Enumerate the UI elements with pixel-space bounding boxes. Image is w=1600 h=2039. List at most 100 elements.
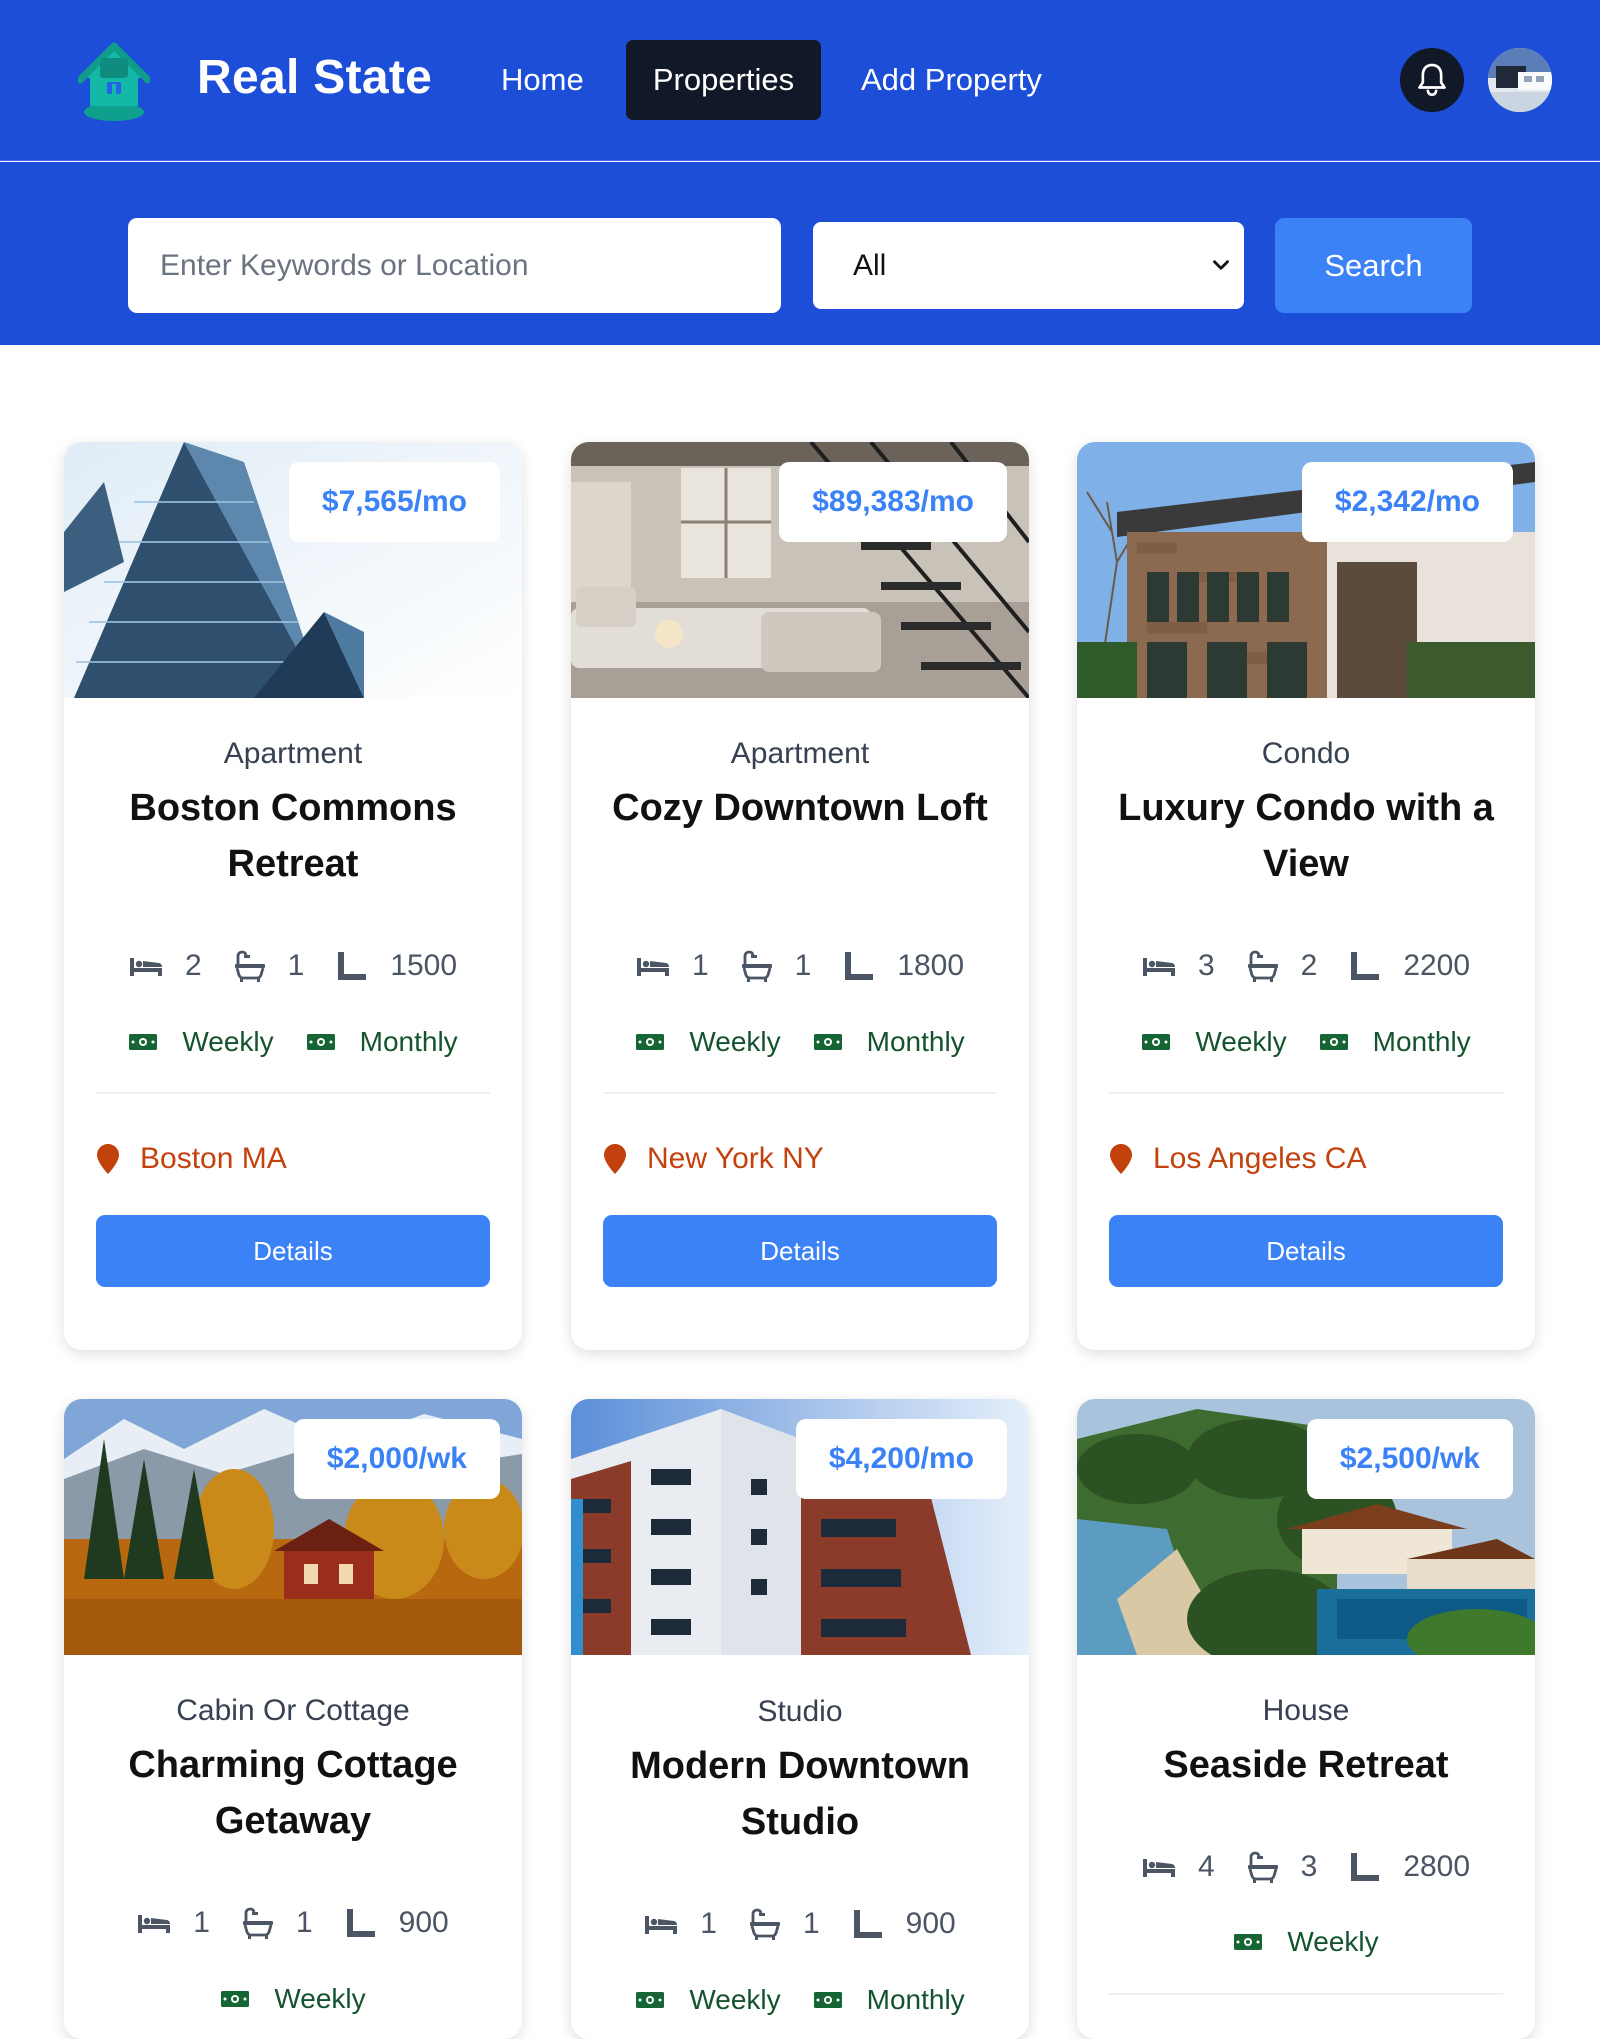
property-card[interactable]: $2,000/wk Cabin Or Cottage Charming Cott… bbox=[64, 1399, 522, 2039]
area-sqft: 2200 bbox=[1403, 949, 1471, 982]
property-type-label: Condo bbox=[1261, 737, 1351, 770]
property-card[interactable]: $7,565/mo Apartment Boston Commons Retre… bbox=[64, 442, 522, 1350]
money-icon bbox=[128, 1033, 158, 1051]
property-photo[interactable]: $2,000/wk bbox=[64, 1399, 522, 1655]
area-sqft: 900 bbox=[398, 1906, 449, 1939]
rate-option: Weekly bbox=[1233, 1926, 1379, 1958]
keyword-location-search-input[interactable] bbox=[128, 218, 781, 313]
notifications-button[interactable] bbox=[1400, 48, 1464, 112]
bath-icon bbox=[741, 950, 773, 982]
bed-icon bbox=[129, 955, 163, 977]
rate-label: Weekly bbox=[1195, 1026, 1287, 1057]
bed-icon bbox=[1142, 1856, 1176, 1878]
property-specs: 1 1 1800 bbox=[571, 944, 1029, 988]
property-specs: 2 1 1500 bbox=[64, 944, 522, 988]
price-badge: $89,383/mo bbox=[779, 462, 1007, 542]
property-type-label: Cabin Or Cottage bbox=[176, 1694, 410, 1727]
price-badge: $2,342/mo bbox=[1301, 462, 1513, 542]
ruler-icon bbox=[1349, 950, 1381, 982]
house-logo-icon[interactable] bbox=[76, 38, 152, 122]
baths-spec: 1 bbox=[242, 1906, 313, 1940]
details-button[interactable]: Details bbox=[603, 1215, 997, 1287]
rate-option: Weekly bbox=[635, 1026, 781, 1058]
property-type-label: Apartment bbox=[223, 737, 363, 770]
search-band: All Search bbox=[0, 162, 1600, 345]
bell-icon bbox=[1418, 63, 1446, 97]
top-navbar: Real State Home Properties Add Property bbox=[0, 0, 1600, 161]
property-name: Cozy Downtown Loft bbox=[612, 787, 988, 829]
ruler-icon bbox=[336, 950, 368, 982]
baths-count: 1 bbox=[802, 1907, 820, 1940]
beds-count: 1 bbox=[700, 1907, 717, 1940]
property-location: Boston MA bbox=[96, 1139, 287, 1179]
property-specs: 1 1 900 bbox=[64, 1901, 522, 1945]
rate-option: Monthly bbox=[1319, 1026, 1471, 1058]
rate-options: Weekly Monthly bbox=[571, 1020, 1029, 1064]
nav-home-link[interactable]: Home bbox=[476, 40, 609, 120]
rate-label: Monthly bbox=[1372, 1026, 1471, 1057]
search-button[interactable]: Search bbox=[1275, 218, 1472, 313]
rate-options: Weekly bbox=[1077, 1920, 1535, 1964]
rate-option: Weekly bbox=[635, 1984, 781, 2016]
property-specs: 1 1 900 bbox=[571, 1902, 1029, 1946]
area-spec: 2200 bbox=[1349, 949, 1470, 983]
nav-properties-link[interactable]: Properties bbox=[626, 40, 821, 120]
nav-add-property-link[interactable]: Add Property bbox=[836, 40, 1067, 120]
rate-label: Weekly bbox=[689, 1984, 781, 2015]
details-button[interactable]: Details bbox=[1109, 1215, 1503, 1287]
ruler-icon bbox=[843, 950, 875, 982]
baths-count: 2 bbox=[1300, 949, 1318, 982]
property-photo[interactable]: $2,342/mo bbox=[1077, 442, 1535, 698]
price-badge: $2,000/wk bbox=[293, 1419, 500, 1499]
brand-title[interactable]: Real State bbox=[197, 50, 432, 105]
bath-icon bbox=[1247, 950, 1279, 982]
money-icon bbox=[635, 1991, 665, 2009]
property-photo[interactable]: $7,565/mo bbox=[64, 442, 522, 698]
property-photo[interactable]: $2,500/wk bbox=[1077, 1399, 1535, 1655]
location-text: Boston MA bbox=[140, 1142, 287, 1175]
property-card[interactable]: $2,500/wk House Seaside Retreat 4 3 2800… bbox=[1077, 1399, 1535, 2039]
rate-option: Weekly bbox=[220, 1983, 366, 2015]
property-specs: 4 3 2800 bbox=[1077, 1845, 1535, 1889]
money-icon bbox=[1141, 1033, 1171, 1051]
money-icon bbox=[220, 1990, 250, 2008]
baths-count: 1 bbox=[794, 949, 812, 982]
rate-options: Weekly Monthly bbox=[1077, 1020, 1535, 1064]
card-divider bbox=[96, 1092, 490, 1094]
beds-spec: 4 bbox=[1142, 1850, 1215, 1884]
rate-option: Monthly bbox=[306, 1026, 458, 1058]
baths-spec: 1 bbox=[234, 949, 305, 983]
property-card[interactable]: $2,342/mo Condo Luxury Condo with a View… bbox=[1077, 442, 1535, 1350]
property-photo[interactable]: $89,383/mo bbox=[571, 442, 1029, 698]
beds-spec: 1 bbox=[636, 949, 709, 983]
baths-spec: 3 bbox=[1247, 1850, 1317, 1884]
property-location: New York NY bbox=[603, 1139, 824, 1179]
rate-label: Monthly bbox=[866, 1984, 965, 2015]
property-type-label: Studio bbox=[757, 1695, 843, 1728]
bath-icon bbox=[749, 1908, 781, 1940]
property-type-select[interactable]: All bbox=[813, 222, 1244, 309]
area-spec: 1800 bbox=[843, 949, 964, 983]
rate-options: Weekly Monthly bbox=[571, 1978, 1029, 2022]
baths-count: 1 bbox=[287, 949, 305, 982]
beds-count: 3 bbox=[1197, 949, 1215, 982]
chevron-down-icon bbox=[1213, 260, 1229, 270]
user-avatar[interactable] bbox=[1488, 48, 1552, 112]
baths-spec: 1 bbox=[741, 949, 812, 983]
rate-options: Weekly bbox=[64, 1977, 522, 2021]
ruler-icon bbox=[345, 1907, 377, 1939]
card-divider bbox=[603, 1092, 997, 1094]
ruler-icon bbox=[1349, 1851, 1381, 1883]
money-icon bbox=[306, 1033, 336, 1051]
price-badge: $4,200/mo bbox=[795, 1419, 1007, 1499]
area-sqft: 1500 bbox=[390, 949, 458, 982]
baths-spec: 1 bbox=[749, 1907, 820, 1941]
property-card[interactable]: $4,200/mo Studio Modern Downtown Studio … bbox=[571, 1399, 1029, 2039]
rate-label: Weekly bbox=[274, 1983, 366, 2014]
rate-label: Weekly bbox=[182, 1026, 274, 1057]
details-button[interactable]: Details bbox=[96, 1215, 490, 1287]
property-card[interactable]: $89,383/mo Apartment Cozy Downtown Loft … bbox=[571, 442, 1029, 1350]
bath-icon bbox=[1247, 1851, 1279, 1883]
property-photo[interactable]: $4,200/mo bbox=[571, 1399, 1029, 1655]
rate-label: Monthly bbox=[866, 1026, 965, 1057]
